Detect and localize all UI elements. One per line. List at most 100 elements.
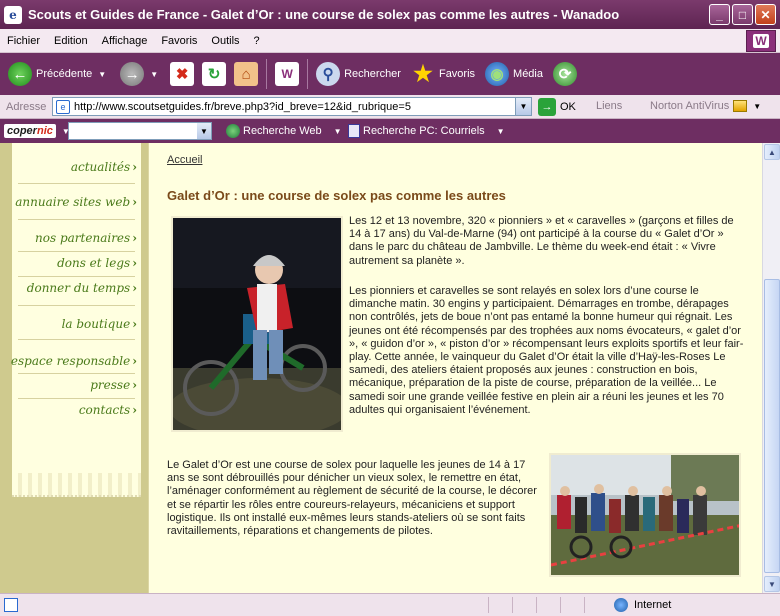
back-dropdown-icon[interactable]: ▼: [98, 70, 106, 79]
wanadoo-icon: W: [275, 62, 300, 86]
nav-item-donner-temps[interactable]: donner du temps ›: [27, 281, 137, 295]
nav-arrow-icon: ›: [132, 354, 137, 368]
article-paragraph-2: Les pionniers et caravelles se sont rela…: [349, 285, 744, 416]
stop-button[interactable]: ✖: [170, 62, 195, 86]
menu-fichier[interactable]: Fichier: [0, 35, 47, 47]
page-icon: e: [56, 99, 70, 114]
address-url[interactable]: http://www.scoutsetguides.fr/breve.php3?…: [74, 101, 411, 113]
internet-globe-icon: [614, 598, 628, 612]
pc-search-button[interactable]: Recherche PC: Courriels ▼: [348, 124, 505, 138]
article-paragraph-3: Le Galet d’Or est une course de solex po…: [167, 459, 537, 538]
solex-rider-photo: [171, 216, 343, 432]
site-nav: actualités › annuaire sites web › nos part…: [11, 143, 141, 483]
nav-divider: [18, 276, 135, 277]
nav-label: annuaire sites web: [15, 195, 131, 209]
forward-icon: →: [120, 62, 145, 86]
menu-outils[interactable]: Outils: [204, 35, 246, 47]
copernic-search-input[interactable]: ▼: [68, 122, 212, 140]
nav-label: la boutique: [61, 317, 131, 331]
wanadoo-button[interactable]: W: [275, 62, 300, 86]
close-button[interactable]: ✕: [755, 4, 776, 25]
web-search-button[interactable]: Recherche Web ▼: [226, 124, 342, 138]
nav-item-contacts[interactable]: contacts ›: [79, 403, 137, 417]
status-cells: [488, 597, 608, 613]
nav-item-espace-responsable[interactable]: espace responsable ›: [11, 354, 137, 368]
scroll-up-icon[interactable]: ▲: [764, 144, 780, 160]
go-label: OK: [560, 101, 576, 113]
nav-arrow-icon: ›: [132, 378, 137, 392]
toolbar-separator: [307, 59, 309, 89]
nav-label: actualités: [70, 160, 131, 174]
nav-item-partenaires[interactable]: nos partenaires ›: [35, 231, 137, 245]
back-icon: ←: [8, 62, 32, 86]
history-button[interactable]: ⟳: [553, 62, 577, 86]
favorites-label: Favoris: [438, 68, 476, 80]
menu-favoris[interactable]: Favoris: [154, 35, 204, 47]
go-arrow-icon: →: [538, 98, 556, 116]
go-button[interactable]: → OK: [538, 97, 576, 117]
scroll-thumb[interactable]: [764, 279, 780, 573]
links-button[interactable]: Liens: [596, 100, 622, 112]
media-button[interactable]: ◉ Média: [485, 62, 543, 86]
scroll-down-icon[interactable]: ▼: [764, 576, 780, 592]
status-bar: Internet: [0, 593, 780, 616]
article-title: Galet d’Or : une course de solex pas com…: [167, 188, 506, 203]
nav-label: donner du temps: [26, 281, 131, 295]
search-icon: ⚲: [316, 62, 341, 86]
menu-help[interactable]: ?: [247, 35, 267, 47]
nav-arrow-icon: ›: [132, 281, 137, 295]
nav-item-presse[interactable]: presse ›: [90, 378, 137, 392]
norton-label: Norton AntiVirus: [650, 100, 730, 112]
breadcrumb-home-link[interactable]: Accueil: [167, 154, 202, 166]
nav-arrow-icon: ›: [132, 231, 137, 245]
pc-search-dropdown-icon[interactable]: ▼: [497, 127, 505, 136]
wanadoo-logo: W: [746, 30, 776, 52]
forward-button[interactable]: → ▼: [120, 62, 158, 86]
address-dropdown-icon[interactable]: ▼: [515, 98, 531, 115]
maximize-button[interactable]: □: [732, 4, 753, 25]
menu-edition[interactable]: Edition: [47, 35, 95, 47]
copernic-logo[interactable]: copernic: [4, 124, 56, 138]
title-bar: e Scouts et Guides de France - Galet d’O…: [0, 0, 780, 29]
nav-item-annuaire[interactable]: annuaire sites web ›: [15, 195, 137, 209]
forward-dropdown-icon[interactable]: ▼: [150, 70, 158, 79]
nav-arrow-icon: ›: [132, 160, 137, 174]
window-controls: _ □ ✕: [709, 4, 776, 25]
nav-item-dons[interactable]: dons et legs ›: [57, 256, 137, 270]
nav-label: espace responsable: [10, 354, 131, 368]
toolbar-separator: [266, 59, 268, 89]
favorites-button[interactable]: ★ Favoris: [411, 61, 476, 86]
nav-item-boutique[interactable]: la boutique ›: [62, 317, 137, 331]
vertical-scrollbar[interactable]: ▲ ▼: [762, 143, 780, 593]
search-button[interactable]: ⚲ Rechercher: [316, 62, 401, 86]
web-search-icon: [226, 124, 240, 138]
web-search-dropdown-icon[interactable]: ▼: [334, 127, 342, 136]
nav-divider: [18, 373, 135, 374]
nav-label: presse: [90, 378, 131, 392]
refresh-icon: ↻: [202, 62, 227, 86]
window-title: Scouts et Guides de France - Galet d’Or …: [28, 7, 620, 22]
norton-icon: [733, 100, 748, 112]
menu-affichage[interactable]: Affichage: [95, 35, 155, 47]
nav-item-actualites[interactable]: actualités ›: [71, 160, 137, 174]
norton-dropdown-icon[interactable]: ▼: [753, 102, 761, 111]
address-input[interactable]: e http://www.scoutsetguides.fr/breve.php…: [52, 97, 532, 116]
nav-divider: [18, 219, 135, 220]
address-bar: Adresse e http://www.scoutsetguides.fr/b…: [0, 95, 780, 119]
nav-torn-edge: [12, 473, 141, 497]
status-cell: [488, 597, 512, 613]
status-cell: [584, 597, 608, 613]
nav-label: contacts: [78, 403, 131, 417]
minimize-button[interactable]: _: [709, 4, 730, 25]
menu-bar: Fichier Edition Affichage Favoris Outils…: [0, 29, 780, 53]
norton-button[interactable]: Norton AntiVirus ▼: [650, 100, 761, 112]
zone-label: Internet: [634, 599, 672, 611]
back-button[interactable]: ← Précédente ▼: [8, 62, 106, 86]
home-button[interactable]: ⌂: [234, 62, 259, 86]
copernic-input-dropdown-icon[interactable]: ▼: [197, 123, 211, 139]
refresh-button[interactable]: ↻: [202, 62, 227, 86]
copernic-bar: copernic ▼ ▼ Recherche Web ▼ Recherche P…: [0, 119, 780, 143]
article-paragraph-1: Les 12 et 13 novembre, 320 « pionniers »…: [349, 215, 734, 267]
pc-search-icon: [348, 124, 360, 138]
status-cell: [560, 597, 584, 613]
